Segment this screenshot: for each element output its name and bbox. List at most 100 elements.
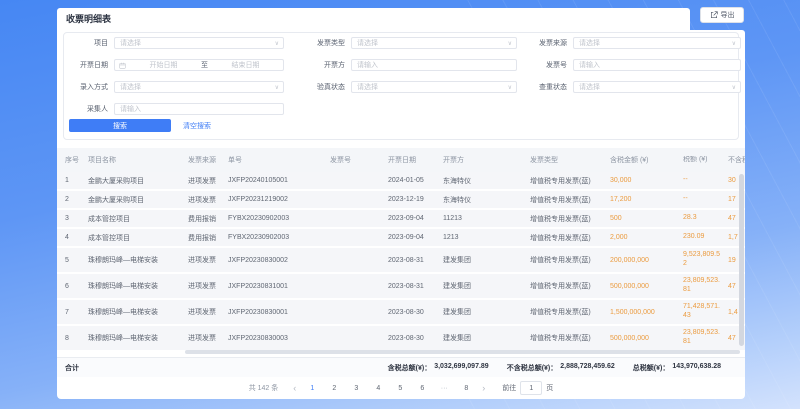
clear-search-link[interactable]: 清空搜索 [183, 121, 211, 131]
table-cell-issuer: 建发集团 [443, 307, 530, 317]
chevron-down-icon: ∨ [508, 84, 516, 91]
table-cell-invoice_type: 增值税专用发票(蓝) [530, 307, 610, 317]
table-cell-invoice_type: 增值税专用发票(蓝) [530, 176, 610, 186]
entry-method-select[interactable]: 请选择 ∨ [114, 81, 284, 93]
totals-label: 合计 [65, 363, 79, 373]
total-without-tax-label: 不含税总额(¥)： [507, 363, 558, 373]
table-cell-issuer: 建发集团 [443, 333, 530, 343]
page-number[interactable]: 1 [304, 385, 320, 392]
search-button[interactable]: 搜索 [69, 119, 171, 132]
page-number[interactable]: 4 [370, 385, 386, 392]
total-without-tax-value: 2,888,728,459.62 [560, 363, 615, 373]
table-cell-source: 进项发票 [188, 307, 228, 317]
page-title: 收票明细表 [57, 8, 690, 31]
total-without-tax: 不含税总额(¥)： 2,888,728,459.62 [507, 363, 615, 373]
table-cell-amount_with_tax: 30,000 [610, 177, 683, 184]
table-body: 1金鹏大厦采购项目进项发票JXFP202401050012024-01-05东海… [57, 172, 745, 352]
next-page-button[interactable]: › [482, 384, 485, 393]
table-cell-invoice_type: 增值税专用发票(蓝) [530, 281, 610, 291]
table-cell-invoice_type: 增值税专用发票(蓝) [530, 195, 610, 205]
table-cell-invoice_date: 2023-08-30 [388, 335, 443, 342]
table-cell-order_no: FYBX20230902003 [228, 234, 330, 241]
goto-page: 前往 页 [502, 381, 553, 395]
table-cell-invoice_date: 2023-08-30 [388, 309, 443, 316]
table-cell-source: 进项发票 [188, 281, 228, 291]
chevron-down-icon: ∨ [275, 40, 283, 47]
table-row: 7珠穆朗玛峰—电梯安装进项发票JXFP202308300012023-08-30… [57, 300, 745, 326]
filter-invoice-source: 发票来源 请选择 ∨ [524, 37, 741, 49]
project-select[interactable]: 请选择 ∨ [114, 37, 284, 49]
filter-entry-method: 录入方式 请选择 ∨ [64, 81, 284, 93]
invoice-no-input[interactable] [574, 60, 740, 70]
table-cell-invoice_date: 2023-09-04 [388, 215, 443, 222]
date-separator: 至 [201, 60, 208, 70]
filter-invoice-no: 发票号 [524, 59, 741, 71]
table-cell-seq: 4 [65, 234, 88, 241]
column-header-amount-without-tax: 不含税金额 (¥) [728, 155, 745, 165]
collector-input[interactable] [115, 104, 283, 114]
page-number[interactable]: 6 [414, 385, 430, 392]
invoice-no-field [573, 59, 741, 71]
table-cell-invoice_type: 增值税专用发票(蓝) [530, 214, 610, 224]
table-cell-source: 费用报销 [188, 214, 228, 224]
chevron-down-icon: ∨ [508, 40, 516, 47]
table-cell-order_no: JXFP20230830002 [228, 257, 330, 264]
vertical-scrollbar[interactable] [739, 174, 744, 346]
table-cell-issuer: 建发集团 [443, 281, 530, 291]
goto-page-input[interactable] [520, 381, 542, 395]
table-cell-issuer: 东海特仪 [443, 176, 530, 186]
table-row: 1金鹏大厦采购项目进项发票JXFP202401050012024-01-05东海… [57, 172, 745, 191]
filter-collector: 采集人 [64, 103, 284, 115]
invoice-type-select[interactable]: 请选择 ∨ [351, 37, 517, 49]
project-label: 项目 [64, 38, 108, 48]
table-cell-project: 金鹏大厦采购项目 [88, 195, 188, 205]
table-row: 5珠穆朗玛峰—电梯安装进项发票JXFP202308300022023-08-31… [57, 248, 745, 274]
table-cell-tax: 28.3 [683, 214, 728, 223]
issuer-input[interactable] [352, 60, 516, 70]
chevron-down-icon: ∨ [275, 84, 283, 91]
column-header-invoice-date: 开票日期 [388, 155, 443, 165]
table-cell-amount_with_tax: 500,000,000 [610, 335, 683, 342]
invoice-date-range[interactable]: 开始日期 至 结束日期 [114, 59, 284, 71]
invoice-source-placeholder: 请选择 [574, 38, 732, 48]
prev-page-button[interactable]: ‹ [293, 384, 296, 393]
table-cell-tax: 230.09 [683, 233, 728, 242]
filter-invoice-date: 开票日期 开始日期 至 结束日期 [64, 59, 284, 71]
table-cell-tax: 9,523,809.52 [683, 251, 728, 269]
table-cell-tax: 71,428,571.43 [683, 303, 728, 321]
table-cell-invoice_date: 2023-12-19 [388, 196, 443, 203]
table-cell-source: 进项发票 [188, 333, 228, 343]
entry-method-label: 录入方式 [64, 82, 108, 92]
column-header-invoice-no: 发票号 [330, 155, 388, 165]
verify-status-select[interactable]: 请选择 ∨ [351, 81, 517, 93]
end-date-placeholder: 结束日期 [208, 60, 283, 70]
export-button-label: 导出 [721, 10, 735, 20]
entry-method-placeholder: 请选择 [115, 82, 275, 92]
page-number[interactable]: 5 [392, 385, 408, 392]
column-header-invoice-type: 发票类型 [530, 155, 610, 165]
filter-dup-check-status: 查重状态 请选择 ∨ [524, 81, 741, 93]
column-header-tax: 税额 (¥) [683, 156, 728, 165]
horizontal-scrollbar[interactable] [185, 350, 740, 354]
table-cell-order_no: JXFP20230830001 [228, 309, 330, 316]
table-cell-tax: -- [683, 195, 728, 204]
table-cell-amount_with_tax: 2,000 [610, 234, 683, 241]
export-button[interactable]: 导出 [700, 7, 744, 23]
table-cell-project: 金鹏大厦采购项目 [88, 176, 188, 186]
verify-status-placeholder: 请选择 [352, 82, 508, 92]
page-header: 收票明细表 [57, 8, 690, 30]
invoice-source-select[interactable]: 请选择 ∨ [573, 37, 741, 49]
table-cell-tax: -- [683, 176, 728, 185]
column-header-project: 项目名称 [88, 155, 188, 165]
table-cell-project: 珠穆朗玛峰—电梯安装 [88, 307, 188, 317]
start-date-placeholder: 开始日期 [126, 60, 201, 70]
page-number[interactable]: 3 [348, 385, 364, 392]
table-cell-project: 成本管控项目 [88, 233, 188, 243]
table-cell-issuer: 东海特仪 [443, 195, 530, 205]
dup-check-status-select[interactable]: 请选择 ∨ [573, 81, 741, 93]
table-cell-invoice_type: 增值税专用发票(蓝) [530, 233, 610, 243]
page-number[interactable]: 2 [326, 385, 342, 392]
desktop-background: 收票明细表 导出 项目 请选择 ∨ 开票日期 [0, 0, 800, 409]
page-number[interactable]: 8 [458, 385, 474, 392]
issuer-label: 开票方 [301, 60, 345, 70]
